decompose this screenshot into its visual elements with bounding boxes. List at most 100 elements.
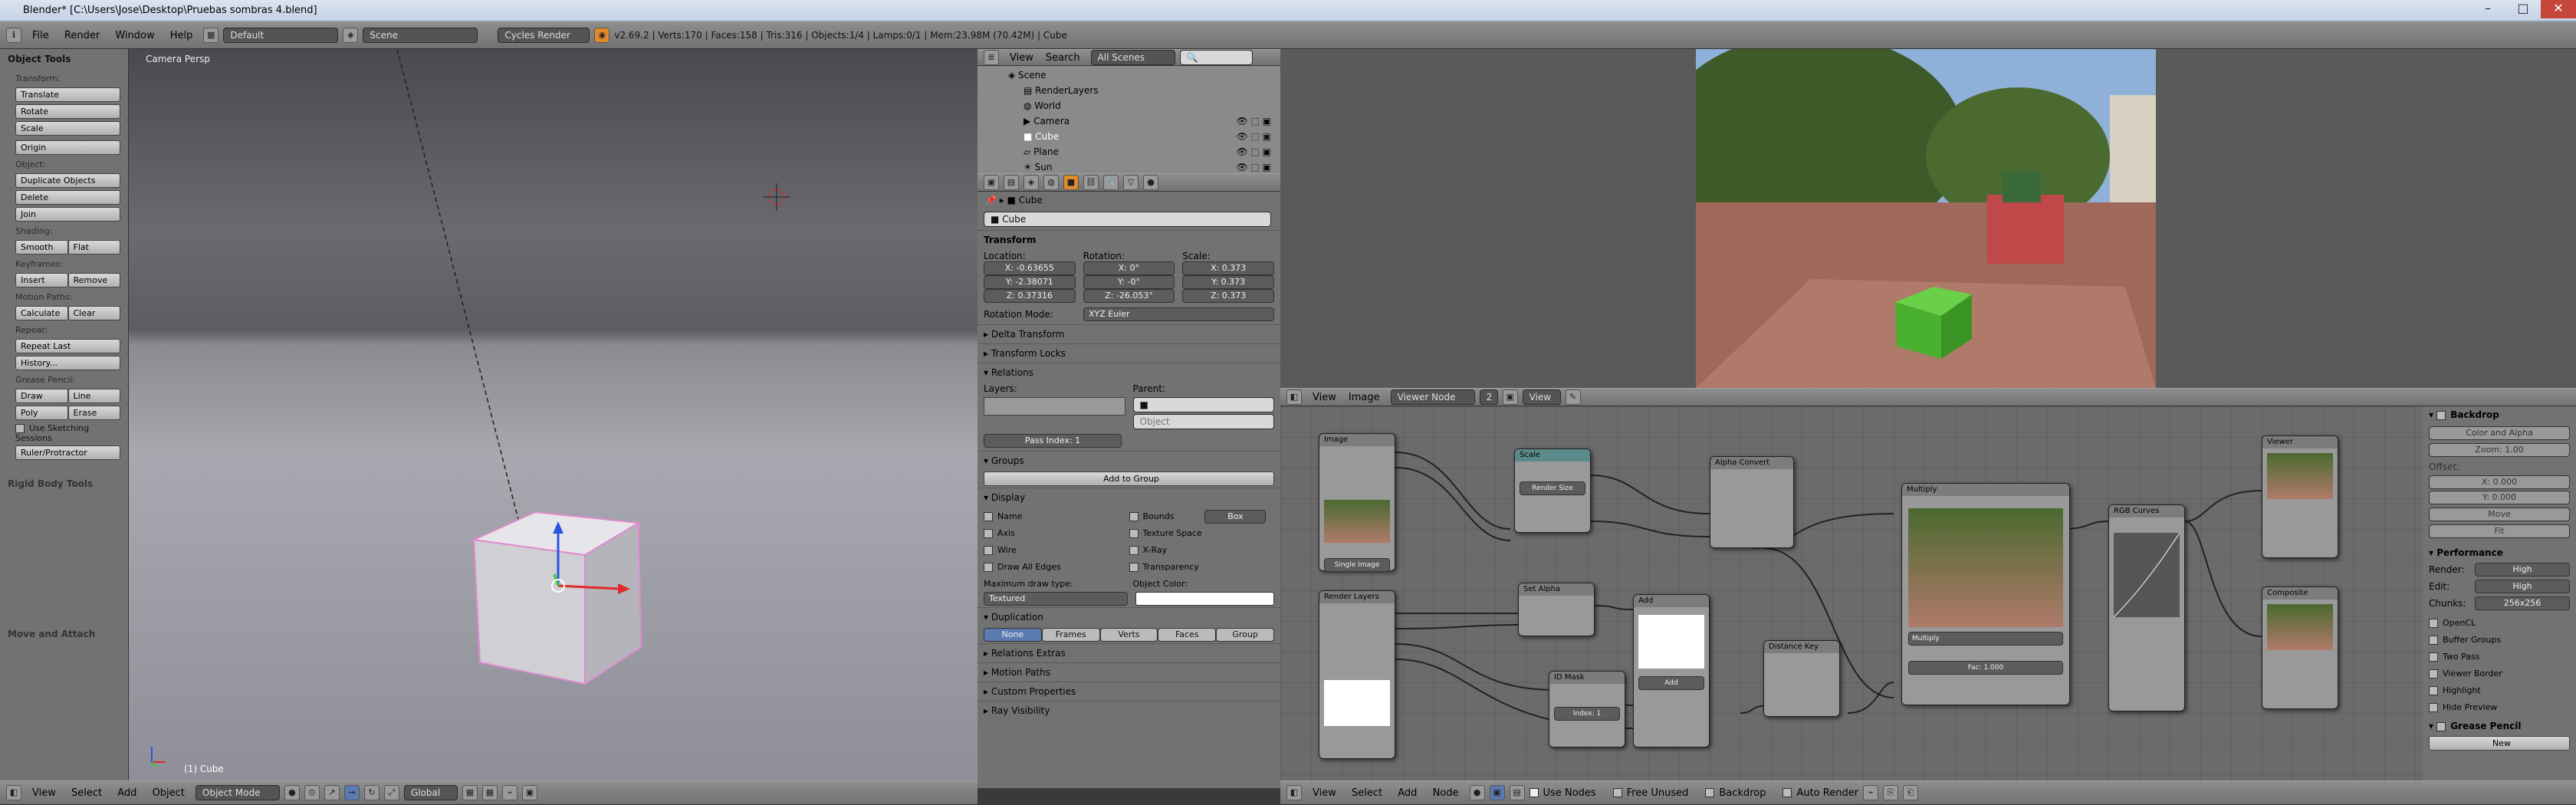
scale-z-field[interactable]: Z: 0.373 <box>1182 289 1275 303</box>
draw-button[interactable]: Draw <box>15 389 68 403</box>
grease-pencil-header[interactable]: ▾ Grease Pencil <box>2423 719 2576 733</box>
draw-all-edges-checkbox[interactable]: Draw All Edges <box>984 559 1129 576</box>
render-icon[interactable]: ▣ <box>521 785 537 800</box>
sketch-checkbox[interactable]: Use Sketching Sessions <box>15 423 128 443</box>
image-source-select[interactable]: Single Image <box>1324 558 1390 572</box>
ruler-button[interactable]: Ruler/Protractor <box>15 445 120 460</box>
node-bottom-menu-add[interactable]: Add <box>1398 787 1417 799</box>
scale-x-field[interactable]: X: 0.373 <box>1182 261 1275 275</box>
object-name-field[interactable]: ■ Cube <box>984 212 1271 227</box>
pivot-icon[interactable]: ⊙ <box>304 785 320 800</box>
layout-field[interactable]: Default <box>223 28 339 43</box>
remove-key-button[interactable]: Remove <box>67 273 120 288</box>
backdrop-move-button[interactable]: Move <box>2429 508 2570 521</box>
viewer-node[interactable]: Viewer <box>2262 435 2338 558</box>
node-bottom-menu-view[interactable]: View <box>1313 787 1336 799</box>
multiply-node[interactable]: Multiply Multiply Fac: 1.000 <box>1901 483 2070 705</box>
translate-manip-icon[interactable]: → <box>343 785 360 800</box>
constraints-tab-icon[interactable]: ⛓ <box>1083 175 1099 190</box>
menu-file[interactable]: File <box>32 30 49 41</box>
mode-select[interactable]: Object Mode <box>195 785 280 800</box>
history-button[interactable]: History... <box>15 356 120 370</box>
node-bottom-menu-node[interactable]: Node <box>1433 787 1459 799</box>
dup-group-button[interactable]: Group <box>1216 628 1274 642</box>
snap-node-icon[interactable]: ⌁ <box>1863 785 1879 800</box>
layout-icon[interactable]: ▦ <box>203 28 219 43</box>
outliner-item-sun[interactable]: ☀ Sun 👁 ⬚ ▣ <box>1008 159 1280 175</box>
two-pass-checkbox[interactable]: Two Pass <box>2429 649 2570 665</box>
scale-button[interactable]: Scale <box>15 121 120 136</box>
transparency-checkbox[interactable]: Transparency <box>1129 559 1275 576</box>
image-node[interactable]: Image Single Image <box>1319 433 1395 572</box>
composite-node[interactable]: Composite <box>2262 586 2338 709</box>
use-nodes-checkbox[interactable]: Use Nodes <box>1529 787 1596 799</box>
menu-window[interactable]: Window <box>115 30 154 41</box>
object-color-swatch[interactable] <box>1135 592 1274 606</box>
flat-button[interactable]: Flat <box>67 240 120 255</box>
copy-nodes-icon[interactable]: ⎘ <box>1883 785 1899 800</box>
location-x-field[interactable]: X: -0.63655 <box>984 261 1076 275</box>
rgb-curves-node[interactable]: RGB Curves <box>2108 504 2185 711</box>
rotate-manip-icon[interactable]: ↻ <box>363 785 380 800</box>
rotation-x-field[interactable]: X: 0° <box>1083 261 1175 275</box>
texture-space-checkbox[interactable]: Texture Space <box>1129 525 1275 542</box>
add-node[interactable]: Add Add <box>1633 594 1710 748</box>
dup-verts-button[interactable]: Verts <box>1099 628 1158 642</box>
shader-nodes-icon[interactable]: ● <box>1469 785 1485 800</box>
join-button[interactable]: Join <box>15 207 120 222</box>
editor-type-icon[interactable]: ◧ <box>6 785 21 800</box>
translate-button[interactable]: Translate <box>15 87 120 102</box>
scale-y-field[interactable]: Y: 0.373 <box>1182 275 1275 289</box>
parent-type-select[interactable]: Object <box>1132 414 1274 429</box>
add-to-group-button[interactable]: Add to Group <box>984 472 1274 486</box>
backdrop-channels-select[interactable]: Color and Alpha <box>2429 426 2570 440</box>
highlight-checkbox[interactable]: Highlight <box>2429 682 2570 699</box>
rigid-body-header[interactable]: Rigid Body Tools <box>0 474 128 494</box>
opencl-checkbox[interactable]: OpenCL <box>2429 615 2570 632</box>
multiply-mode-select[interactable]: Multiply <box>1908 632 2063 646</box>
line-button[interactable]: Line <box>67 389 120 403</box>
name-checkbox[interactable]: Name <box>984 508 1129 525</box>
view-select[interactable]: View <box>1522 389 1561 405</box>
wire-checkbox[interactable]: Wire <box>984 542 1129 559</box>
xray-checkbox[interactable]: X-Ray <box>1129 542 1275 559</box>
menu-add[interactable]: Add <box>117 787 136 799</box>
layers-grid[interactable] <box>984 397 1125 416</box>
offset-y-field[interactable]: Y: 0.000 <box>2429 491 2570 504</box>
snap-icon[interactable]: ⌁ <box>501 785 518 800</box>
relations-header[interactable]: Relations <box>991 367 1033 378</box>
outliner-item-camera[interactable]: ▶ Camera 👁 ⬚ ▣ <box>1008 113 1280 129</box>
dup-none-button[interactable]: None <box>984 628 1042 642</box>
backdrop-zoom-field[interactable]: Zoom: 1.00 <box>2429 443 2570 457</box>
texture-nodes-icon[interactable]: ▤ <box>1509 785 1525 800</box>
free-unused-checkbox[interactable]: Free Unused <box>1612 787 1688 799</box>
maximize-button[interactable]: □ <box>2505 0 2541 18</box>
clear-button[interactable]: Clear <box>67 306 120 320</box>
material-tab-icon[interactable]: ● <box>1143 175 1158 190</box>
relations-extras-header[interactable]: Relations Extras <box>991 648 1066 659</box>
render-quality-select[interactable]: High <box>2475 563 2570 577</box>
node-editor-type-icon[interactable]: ◧ <box>1286 389 1302 405</box>
insert-key-button[interactable]: Insert <box>15 273 68 288</box>
distance-key-node[interactable]: Distance Key <box>1763 640 1840 717</box>
buffer-groups-checkbox[interactable]: Buffer Groups <box>2429 632 2570 649</box>
display-header[interactable]: Display <box>991 492 1025 503</box>
alpha-convert-node[interactable]: Alpha Convert <box>1710 456 1794 548</box>
scale-node[interactable]: Scale Render Size <box>1514 449 1591 533</box>
outliner-menu-view[interactable]: View <box>1010 52 1033 64</box>
sample-icon[interactable]: ✎ <box>1565 389 1581 405</box>
location-z-field[interactable]: Z: 0.37316 <box>984 289 1076 303</box>
outliner-filter-select[interactable]: All Scenes <box>1090 50 1175 65</box>
performance-header[interactable]: ▾ Performance <box>2423 541 2576 561</box>
viewer-node-select[interactable]: Viewer Node <box>1390 389 1475 405</box>
data-tab-icon[interactable]: ▽ <box>1123 175 1138 190</box>
add-blend-select[interactable]: Add <box>1638 676 1704 690</box>
outliner-item-cube[interactable]: ■ Cube 👁 ⬚ ▣ <box>1008 129 1280 144</box>
render-engine-select[interactable]: Cycles Render <box>498 28 590 43</box>
custom-properties-header[interactable]: Custom Properties <box>991 686 1076 697</box>
bounds-checkbox[interactable]: Bounds Box <box>1129 508 1275 525</box>
info-editor-icon[interactable]: ℹ <box>6 28 21 43</box>
id-mask-index-field[interactable]: Index: 1 <box>1554 707 1620 721</box>
backdrop-header[interactable]: ▾ Backdrop <box>2423 406 2576 423</box>
edit-quality-select[interactable]: High <box>2475 580 2570 593</box>
